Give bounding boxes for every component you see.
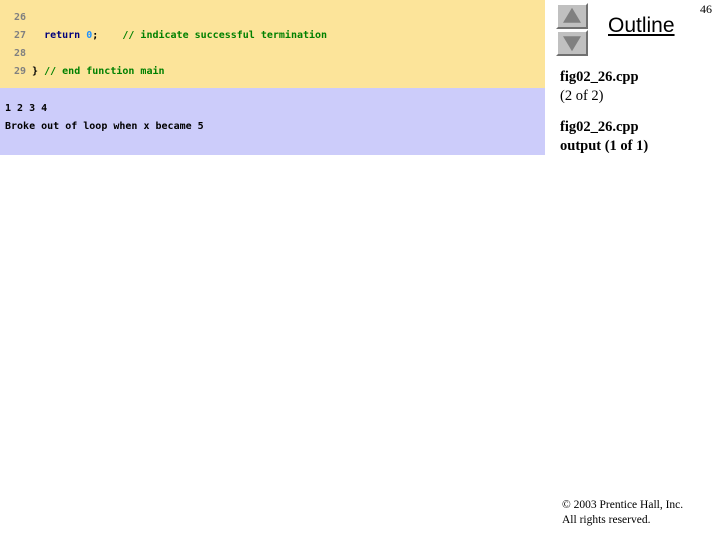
outline-item[interactable]: fig02_26.cpp (2 of 2): [560, 68, 718, 106]
outline-panel: Outline 46 fig02_26.cpp (2 of 2) fig02_26.…: [550, 0, 720, 540]
slide-canvas: 26 27 return 0; // indicate successful te…: [0, 0, 720, 540]
outline-item-label: (2 of 2): [560, 88, 604, 104]
navigation-buttons: [556, 3, 590, 57]
page-number: 46: [700, 2, 712, 16]
output-line: Broke out of loop when x became 5: [5, 121, 204, 132]
code-line: 27 return 0; // indicate successful term…: [0, 27, 545, 45]
code-line: 28: [0, 45, 545, 63]
outline-item[interactable]: fig02_26.cppoutput (1 of 1): [560, 118, 718, 156]
code-token-comment: // end function main: [44, 66, 165, 77]
outline-title: Outline: [608, 14, 675, 37]
code-line-number: 27: [13, 30, 26, 41]
code-line-number: 26: [13, 12, 26, 23]
outline-item-label: fig02_26.cpp: [560, 69, 639, 85]
code-token-keyword: return: [44, 30, 81, 41]
scroll-down-button[interactable]: [556, 30, 588, 56]
copyright-footer: © 2003 Prentice Hall, Inc. All rights re…: [562, 498, 720, 528]
triangle-up-icon: [563, 7, 581, 23]
code-line: 29 } // end function main: [0, 63, 545, 81]
outline-item-list: fig02_26.cpp (2 of 2) fig02_26.cppoutput (…: [560, 68, 718, 168]
code-listing-block: 26 27 return 0; // indicate successful te…: [0, 0, 545, 88]
copyright-line-2: All rights reserved.: [562, 514, 651, 526]
outline-item-label: output (1 of 1): [560, 138, 649, 154]
scroll-up-button[interactable]: [556, 3, 588, 29]
triangle-down-icon: [563, 36, 581, 52]
code-line: 26: [0, 9, 545, 27]
code-line-number: 29: [13, 66, 26, 77]
code-token-comment: // indicate successful termination: [122, 30, 328, 41]
outline-item-label: fig02_26.cpp: [560, 119, 639, 135]
copyright-line-1: © 2003 Prentice Hall, Inc.: [562, 499, 684, 511]
program-output-block: 1 2 3 4 Broke out of loop when x became 5: [0, 88, 545, 155]
output-line: 1 2 3 4: [5, 103, 48, 114]
code-line-number: 28: [13, 48, 26, 59]
